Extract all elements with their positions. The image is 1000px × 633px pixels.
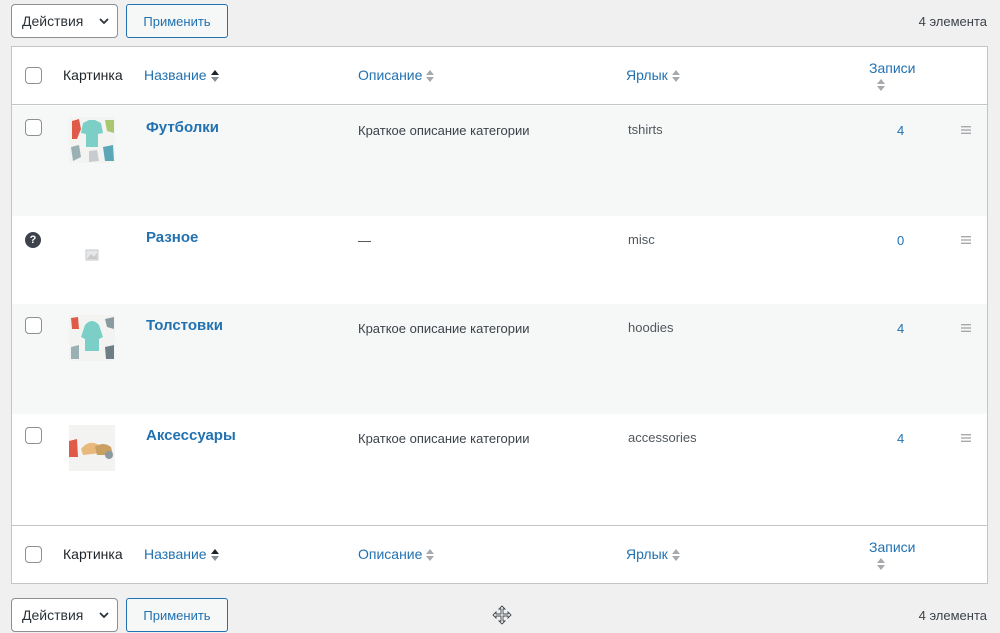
category-slug: misc [628, 232, 655, 247]
column-header-count[interactable]: Записи [869, 539, 915, 571]
chevron-down-icon [99, 18, 109, 25]
categories-table: Картинка Название Описание Ярлык Записи … [11, 46, 988, 584]
drag-handle-icon[interactable] [961, 126, 971, 134]
chevron-down-icon [99, 612, 109, 619]
apply-button[interactable]: Применить [126, 598, 228, 632]
select-all-checkbox[interactable] [25, 67, 42, 84]
category-count-link[interactable]: 4 [897, 431, 904, 446]
tshirts-thumbnail [69, 117, 115, 163]
category-slug: accessories [628, 430, 697, 445]
category-name-link[interactable]: Разное [146, 229, 198, 246]
column-header-name-label: Название [144, 67, 207, 83]
help-icon[interactable]: ? [25, 232, 41, 248]
bulk-actions-select[interactable]: Действия [11, 598, 118, 632]
bulk-actions-label: Действия [22, 607, 84, 623]
table-row: Аксессуары Краткое описание категории ac… [12, 414, 987, 525]
select-all-checkbox[interactable] [25, 546, 42, 563]
items-count: 4 элемента [918, 13, 987, 29]
move-cursor-icon [492, 605, 512, 625]
category-count-link[interactable]: 4 [897, 123, 904, 138]
sort-icon [877, 558, 885, 570]
sort-icon [877, 79, 885, 91]
column-header-count-label: Записи [869, 539, 916, 555]
category-name-link[interactable]: Аксессуары [146, 427, 236, 444]
column-header-description-label: Описание [358, 67, 423, 83]
drag-handle-icon[interactable] [961, 236, 971, 244]
row-checkbox[interactable] [25, 427, 42, 444]
apply-button[interactable]: Применить [126, 4, 228, 38]
category-name-link[interactable]: Толстовки [146, 317, 223, 334]
sort-ascending-icon [210, 70, 219, 83]
column-header-image: Картинка [63, 67, 123, 83]
column-header-slug-label: Ярлык [626, 67, 668, 83]
hoodies-thumbnail [69, 315, 115, 361]
drag-handle-icon[interactable] [961, 434, 971, 442]
column-header-description[interactable]: Описание [358, 67, 435, 83]
column-header-name[interactable]: Название [144, 546, 219, 562]
bulk-actions-select[interactable]: Действия [11, 4, 118, 38]
row-checkbox[interactable] [25, 317, 42, 334]
category-description: Краткое описание категории [358, 431, 530, 446]
column-header-description-label: Описание [358, 546, 423, 562]
table-row: Футболки Краткое описание категории tshi… [12, 106, 987, 216]
column-header-slug-label: Ярлык [626, 546, 668, 562]
category-description: Краткое описание категории [358, 321, 530, 336]
column-header-slug[interactable]: Ярлык [626, 67, 680, 83]
placeholder-image [69, 227, 115, 273]
category-name-link[interactable]: Футболки [146, 119, 219, 136]
bulk-actions-label: Действия [22, 13, 84, 29]
top-toolbar: Действия Применить 4 элемента [11, 2, 1000, 40]
column-header-description[interactable]: Описание [358, 546, 435, 562]
sort-icon [671, 549, 680, 562]
table-footer: Картинка Название Описание Ярлык Записи [12, 525, 987, 583]
table-header: Картинка Название Описание Ярлык Записи [12, 47, 987, 105]
category-description: Краткое описание категории [358, 123, 530, 138]
sort-icon [426, 549, 435, 562]
column-header-name-label: Название [144, 546, 207, 562]
column-header-name[interactable]: Название [144, 67, 219, 83]
column-header-slug[interactable]: Ярлык [626, 546, 680, 562]
column-header-count[interactable]: Записи [869, 60, 915, 92]
items-count: 4 элемента [918, 607, 987, 623]
category-slug: tshirts [628, 122, 663, 137]
column-header-image: Картинка [63, 546, 123, 562]
category-count-link[interactable]: 4 [897, 321, 904, 336]
sort-icon [426, 70, 435, 83]
sort-icon [671, 70, 680, 83]
sort-ascending-icon [210, 549, 219, 562]
category-count-link[interactable]: 0 [897, 233, 904, 248]
column-header-count-label: Записи [869, 60, 916, 76]
drag-handle-icon[interactable] [961, 324, 971, 332]
row-checkbox[interactable] [25, 119, 42, 136]
category-description: — [358, 233, 371, 248]
accessories-thumbnail [69, 425, 115, 471]
table-row: Толстовки Краткое описание категории hoo… [12, 304, 987, 414]
category-slug: hoodies [628, 320, 674, 335]
table-row: ? Разное — misc 0 [12, 216, 987, 304]
